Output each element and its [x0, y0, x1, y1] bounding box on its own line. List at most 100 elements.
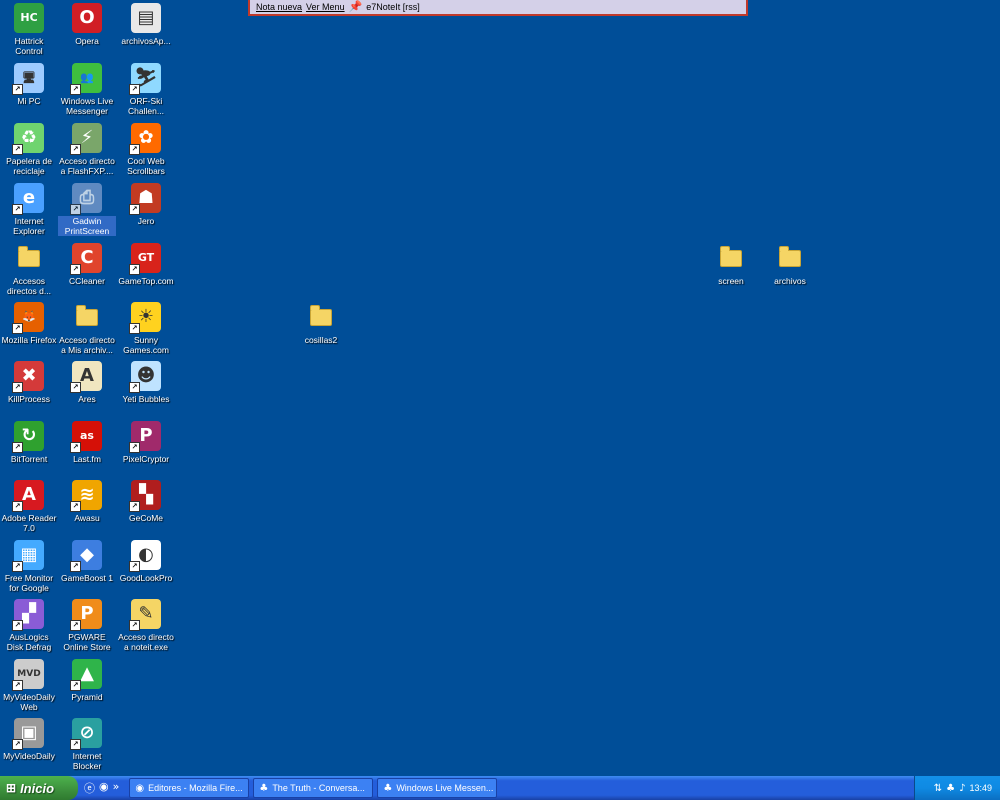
myvideodaily-icon: ▣ ↗	[12, 718, 44, 750]
taskbar-item-conversation[interactable]: ♣ The Truth - Conversa...	[253, 778, 374, 798]
shortcut-arrow-icon: ↗	[70, 382, 81, 393]
desktop-icon[interactable]: 👥 ↗ Windows Live Messenger	[58, 63, 116, 116]
desktop-icon[interactable]: ≋ ↗ Awasu	[58, 480, 116, 523]
hattrick-icon: HC	[14, 3, 44, 33]
shortcut-arrow-icon: ↗	[70, 561, 81, 572]
free-monitor-icon: ▦ ↗	[12, 540, 44, 572]
desktop-icon[interactable]: ▣ ↗ MyVideoDaily	[0, 718, 58, 761]
desktop-icon[interactable]: ↻ ↗ BitTorrent	[0, 421, 58, 464]
desktop-icon[interactable]: ◐ ↗ GoodLookPro	[117, 540, 175, 583]
desktop-icon[interactable]: ✖ ↗ KillProcess	[0, 361, 58, 404]
ares-icon: A ↗	[70, 361, 102, 393]
taskbar: ⊞ Inicio ⓔ ◉ » ◉ Editores - Mozilla Fire…	[0, 776, 1000, 800]
desktop-icon[interactable]: MVD ↗ MyVideoDaily Web	[0, 659, 58, 712]
desktop-icon[interactable]: P ↗ PixelCryptor	[117, 421, 175, 464]
desktop-icon-label: Opera	[75, 36, 99, 46]
view-menu-link[interactable]: Ver Menu	[306, 0, 345, 15]
firefox-quicklaunch-icon[interactable]: ◉	[99, 780, 109, 796]
volume-icon[interactable]: ♪	[959, 783, 965, 794]
shortcut-arrow-icon: ↗	[12, 561, 23, 572]
shortcut-arrow-icon: ↗	[129, 501, 140, 512]
my-computer-icon: 🖥 ↗	[12, 63, 44, 95]
ie-icon: e ↗	[12, 183, 44, 215]
desktop-icon-label: Cool Web Scrollbars	[127, 156, 165, 176]
desktop-icon-label: Accesos directos d...	[7, 276, 51, 296]
text-file-icon: ▤	[131, 3, 161, 33]
desktop-icon[interactable]: ✿ ↗ Cool Web Scrollbars	[117, 123, 175, 176]
desktop-icon-label: Adobe Reader 7.0	[1, 513, 57, 533]
jero-icon: ☗ ↗	[129, 183, 161, 215]
desktop-icon[interactable]: as ↗ Last.fm	[58, 421, 116, 464]
messenger-icon: ♣	[259, 782, 269, 794]
scrollbars-icon: ✿ ↗	[129, 123, 161, 155]
desktop-icon[interactable]: ▞ ↗ AusLogics Disk Defrag	[0, 599, 58, 652]
desktop-icon[interactable]: ☀ ↗ Sunny Games.com	[117, 302, 175, 355]
desktop-icon[interactable]: ⚡ ↗ Acceso directo a FlashFXP....	[58, 123, 116, 176]
start-button[interactable]: ⊞ Inicio	[0, 776, 78, 800]
desktop-icon-label: MyVideoDaily	[3, 751, 55, 761]
desktop-icon[interactable]: ◆ ↗ GameBoost 1	[58, 540, 116, 583]
defrag-icon: ▞ ↗	[12, 599, 44, 631]
desktop-icon[interactable]: ☗ ↗ Jero	[117, 183, 175, 226]
desktop-icon-label: Last.fm	[73, 454, 101, 464]
folder-icon	[716, 243, 746, 273]
desktop-icon[interactable]: ▚ ↗ GeCoMe	[117, 480, 175, 523]
desktop-icon[interactable]: ☻ ↗ Yeti Bubbles	[117, 361, 175, 404]
desktop-icon[interactable]: ⎙ ↗ Gadwin PrintScreen	[58, 183, 116, 236]
desktop-icon[interactable]: GT ↗ GameTop.com	[117, 243, 175, 286]
desktop-icon-label: GeCoMe	[128, 513, 163, 523]
folder-icon	[775, 243, 805, 273]
desktop-icon[interactable]: ▤ archivosAp...	[117, 3, 175, 46]
start-label: Inicio	[20, 780, 55, 796]
desktop-icon[interactable]: archivos	[761, 243, 819, 286]
desktop-icon[interactable]: ▲ ↗ Pyramid	[58, 659, 116, 702]
desktop-icon[interactable]: O Opera	[58, 3, 116, 46]
shortcut-arrow-icon: ↗	[129, 84, 140, 95]
shortcut-arrow-icon: ↗	[129, 442, 140, 453]
desktop-icon-label: Windows Live Messenger	[60, 96, 114, 116]
shortcut-arrow-icon: ↗	[12, 204, 23, 215]
quicklaunch-expand-icon[interactable]: »	[113, 780, 120, 796]
desktop-icon[interactable]: 🖥 ↗ Mi PC	[0, 63, 58, 106]
desktop-icon[interactable]: A ↗ Ares	[58, 361, 116, 404]
desktop-icon-label: cosillas2	[304, 335, 338, 345]
desktop-icon-label: Acceso directo a FlashFXP....	[59, 156, 115, 176]
desktop-icon[interactable]: ⛷ ↗ ORF-Ski Challen...	[117, 63, 175, 116]
messenger-tray-icon[interactable]: ♣	[946, 783, 955, 794]
opera-icon: O	[72, 3, 102, 33]
desktop-icon[interactable]: Acceso directo a Mis archiv...	[58, 302, 116, 355]
shortcut-arrow-icon: ↗	[129, 144, 140, 155]
pin-icon[interactable]: 📌	[349, 0, 363, 15]
desktop-icon[interactable]: ⊘ ↗ Internet Blocker	[58, 718, 116, 771]
shortcut-arrow-icon: ↗	[70, 264, 81, 275]
desktop[interactable]: HC Hattrick Control O Opera ▤ archivosAp... 🖥 ↗…	[0, 0, 1000, 776]
ie-quicklaunch-icon[interactable]: ⓔ	[84, 780, 95, 796]
desktop-icon[interactable]: ♻ ↗ Papelera de reciclaje	[0, 123, 58, 176]
desktop-icon[interactable]: HC Hattrick Control	[0, 3, 58, 56]
shortcut-arrow-icon: ↗	[70, 501, 81, 512]
desktop-icon-label: Mozilla Firefox	[1, 335, 57, 345]
desktop-icon[interactable]: e ↗ Internet Explorer	[0, 183, 58, 236]
desktop-icon-label: Free Monitor for Google	[4, 573, 54, 593]
shortcut-arrow-icon: ↗	[12, 144, 23, 155]
taskbar-item-label: Editores - Mozilla Fire...	[148, 783, 243, 793]
desktop-icon[interactable]: screen	[702, 243, 760, 286]
desktop-icon-label: Internet Explorer	[13, 216, 45, 236]
killprocess-icon: ✖ ↗	[12, 361, 44, 393]
taskbar-item-messenger[interactable]: ♣ Windows Live Messen...	[377, 778, 498, 798]
network-icon[interactable]: ⇅	[934, 783, 942, 794]
shortcut-arrow-icon: ↗	[70, 620, 81, 631]
windows-flag-icon: ⊞	[6, 781, 17, 795]
desktop-icon[interactable]: cosillas2	[292, 302, 350, 345]
desktop-icon[interactable]: A ↗ Adobe Reader 7.0	[0, 480, 58, 533]
new-note-link[interactable]: Nota nueva	[256, 0, 302, 15]
clock[interactable]: 13:49	[969, 783, 992, 793]
desktop-icon[interactable]: ✎ ↗ Acceso directo a noteit.exe	[117, 599, 175, 652]
desktop-icon-label: MyVideoDaily Web	[3, 692, 55, 712]
desktop-icon[interactable]: ▦ ↗ Free Monitor for Google	[0, 540, 58, 593]
desktop-icon[interactable]: 🦊 ↗ Mozilla Firefox	[0, 302, 58, 345]
desktop-icon[interactable]: Accesos directos d...	[0, 243, 58, 296]
desktop-icon[interactable]: P ↗ PGWARE Online Store	[58, 599, 116, 652]
taskbar-item-firefox[interactable]: ◉ Editores - Mozilla Fire...	[129, 778, 250, 798]
desktop-icon[interactable]: C ↗ CCleaner	[58, 243, 116, 286]
